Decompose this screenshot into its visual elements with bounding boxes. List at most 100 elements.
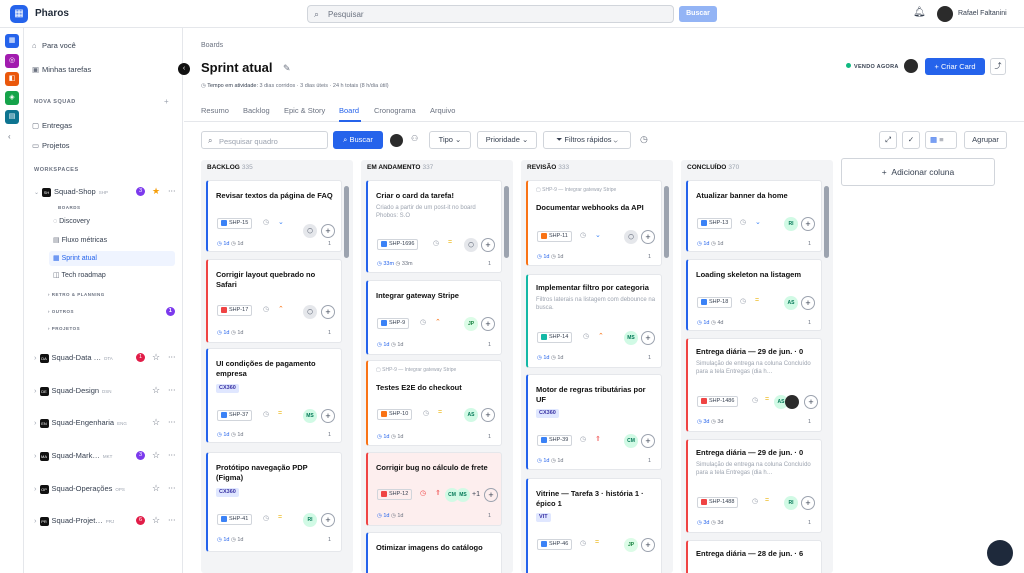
star-icon[interactable]: ☆: [152, 417, 160, 428]
tab-arquivo[interactable]: Arquivo: [430, 106, 455, 115]
metrics-rail-icon[interactable]: ▤: [5, 110, 19, 124]
global-search-button[interactable]: Buscar: [679, 6, 717, 22]
member-avatar[interactable]: [390, 134, 403, 147]
card[interactable]: Integrar gateway Stripe SHP-9 ◷ ⌃ JP + ◷…: [366, 280, 502, 355]
board-search-input[interactable]: ⌕ Pesquisar quadro: [201, 131, 328, 149]
more-assignees[interactable]: +1: [472, 491, 480, 498]
board-search-button[interactable]: ⌕ Buscar: [333, 131, 383, 149]
add-assignee-button[interactable]: +: [321, 305, 335, 319]
card[interactable]: Motor de regras tributárias por UF CX360…: [526, 374, 662, 470]
card[interactable]: Criar o card da tarefa! Criado a partir …: [366, 180, 502, 273]
parent-link[interactable]: ▢ SHP-9 — Integrar gateway Stripe: [536, 187, 616, 193]
add-column-button[interactable]: + Adicionar coluna: [841, 158, 995, 186]
card[interactable]: UI condições de pagamento empresa CX360 …: [206, 348, 342, 443]
card[interactable]: Vitrine — Tarefa 3 · história 1 · épico …: [526, 478, 662, 573]
more-icon[interactable]: ⋯: [168, 186, 176, 195]
unassigned-avatar[interactable]: ◯: [303, 305, 317, 319]
workspace-squad-engenharia[interactable]: › EN Squad-Engenharia ENG ☆ ⋯: [34, 417, 184, 428]
card[interactable]: Revisar textos da página de FAQ SHP-15 ◷…: [206, 180, 342, 252]
assignee-avatar[interactable]: AS: [784, 296, 798, 310]
assignee-avatar[interactable]: RI: [303, 513, 317, 527]
unassigned-avatar[interactable]: ◯: [624, 230, 638, 244]
add-assignee-button[interactable]: +: [641, 230, 655, 244]
add-assignee-button[interactable]: +: [641, 331, 655, 345]
star-icon[interactable]: ☆: [152, 483, 160, 494]
add-assignee-button[interactable]: +: [801, 296, 815, 310]
card[interactable]: Implementar filtro por categoria Filtros…: [526, 274, 662, 368]
board-fluxo-metricas[interactable]: ▤ Fluxo métricas: [53, 236, 107, 244]
boards-rail-icon[interactable]: ▦: [5, 34, 19, 48]
more-icon[interactable]: ⋯: [168, 385, 176, 394]
more-icon[interactable]: ⋯: [168, 483, 176, 492]
quick-filters[interactable]: ⏷ Filtros rápidos ⌄: [543, 131, 631, 149]
card[interactable]: Entrega diária — 28 de jun. · 6: [686, 540, 822, 573]
scrollbar[interactable]: [344, 186, 349, 258]
add-assignee-button[interactable]: +: [484, 488, 498, 502]
app-logo-icon[interactable]: ▦: [10, 5, 28, 23]
assignee-avatar[interactable]: MS: [456, 488, 470, 502]
unassigned-avatar[interactable]: ◯: [464, 238, 478, 252]
more-icon[interactable]: ⋯: [168, 352, 176, 361]
scrollbar[interactable]: [824, 186, 829, 258]
add-assignee-button[interactable]: +: [641, 538, 655, 552]
discovery-rail-icon[interactable]: ◎: [5, 54, 19, 68]
add-assignee-button[interactable]: +: [321, 224, 335, 238]
sidebar-item-para-voce[interactable]: ⌂ Para você: [32, 41, 76, 50]
type-filter[interactable]: Tipo ⌄: [429, 131, 471, 149]
assignee-avatar[interactable]: JP: [464, 317, 478, 331]
workspace-squad-shop[interactable]: ⌄ SH Squad-Shop SHP 3 ★ ⋯: [34, 186, 184, 197]
share-icon[interactable]: ⤴: [990, 58, 1006, 75]
sidebar-item-minhas-tarefas[interactable]: ▣ Minhas tarefas: [32, 65, 91, 74]
card[interactable]: Entrega diária — 29 de jun. · 0 Simulaçã…: [686, 338, 822, 432]
card[interactable]: Corrigir layout quebrado no Safari SHP-1…: [206, 259, 342, 343]
tab-resumo[interactable]: Resumo: [201, 106, 229, 115]
group-outros[interactable]: › OUTROS 1: [48, 307, 178, 316]
viewer-avatar[interactable]: [904, 59, 918, 73]
group-projetos[interactable]: › PROJETOS: [48, 326, 80, 331]
more-icon[interactable]: ⋯: [168, 417, 176, 426]
docs-rail-icon[interactable]: ◧: [5, 72, 19, 86]
priority-filter[interactable]: Prioridade ⌄: [477, 131, 537, 149]
people-icon[interactable]: ⚇: [411, 134, 418, 143]
more-icon[interactable]: ⋯: [168, 515, 176, 524]
assignee-avatar[interactable]: JP: [624, 538, 638, 552]
tab-backlog[interactable]: Backlog: [243, 106, 270, 115]
grid-view-icon[interactable]: ▦: [930, 135, 937, 144]
star-icon[interactable]: ☆: [152, 450, 160, 461]
more-icon[interactable]: ⋯: [168, 450, 176, 459]
add-assignee-button[interactable]: +: [804, 395, 818, 409]
workspace-squad-design[interactable]: › DE Squad-Design DSN ☆ ⋯: [34, 385, 184, 396]
history-icon[interactable]: ◷: [640, 134, 648, 145]
global-search-input[interactable]: ⌕ Pesquisar: [307, 5, 674, 23]
assignee-avatar[interactable]: RI: [784, 217, 798, 231]
assignee-avatar[interactable]: RI: [784, 496, 798, 510]
breadcrumb[interactable]: Boards: [201, 42, 223, 49]
star-icon[interactable]: ★: [152, 186, 160, 197]
workspace-squad-data[interactable]: › DA Squad-Data … DTA 1 ☆ ⋯: [34, 352, 184, 363]
assignee-avatar[interactable]: AS: [464, 408, 478, 422]
assistant-avatar[interactable]: [987, 540, 1013, 566]
card[interactable]: ▢ SHP-9 — Integrar gateway Stripe Testes…: [366, 360, 502, 446]
view-toggle[interactable]: ▦ ≡: [925, 131, 957, 149]
scrollbar[interactable]: [504, 186, 509, 258]
card[interactable]: Protótipo navegação PDP (Figma) CX360 SH…: [206, 452, 342, 552]
workspace-squad-marketing[interactable]: › MA Squad-Mark… MKT 3 ☆ ⋯: [34, 450, 184, 461]
add-assignee-button[interactable]: +: [801, 217, 815, 231]
card[interactable]: Loading skeleton na listagem SHP-18 ◷ = …: [686, 259, 822, 331]
unassigned-avatar[interactable]: ◯: [303, 224, 317, 238]
assignee-avatar[interactable]: CM: [624, 434, 638, 448]
expand-icon[interactable]: ⤢: [879, 131, 897, 149]
collapse-rail-icon[interactable]: ‹: [8, 132, 11, 141]
check-icon[interactable]: ✓: [902, 131, 920, 149]
list-view-icon[interactable]: ≡: [939, 135, 943, 144]
add-assignee-button[interactable]: +: [801, 496, 815, 510]
add-assignee-button[interactable]: +: [481, 317, 495, 331]
group-retro[interactable]: › RETRO & PLANNING: [48, 292, 105, 297]
bell-icon[interactable]: 🔔︎: [913, 7, 926, 18]
assignee-photo-avatar[interactable]: [785, 395, 799, 409]
star-icon[interactable]: ☆: [152, 515, 160, 526]
sidebar-item-projetos[interactable]: ▭ Projetos: [32, 141, 70, 150]
workspace-squad-operacoes[interactable]: › OP Squad-Operações OPS ☆ ⋯: [34, 483, 184, 494]
roadmap-rail-icon[interactable]: ◈: [5, 91, 19, 105]
parent-link[interactable]: ▢ SHP-9 — Integrar gateway Stripe: [376, 367, 456, 373]
